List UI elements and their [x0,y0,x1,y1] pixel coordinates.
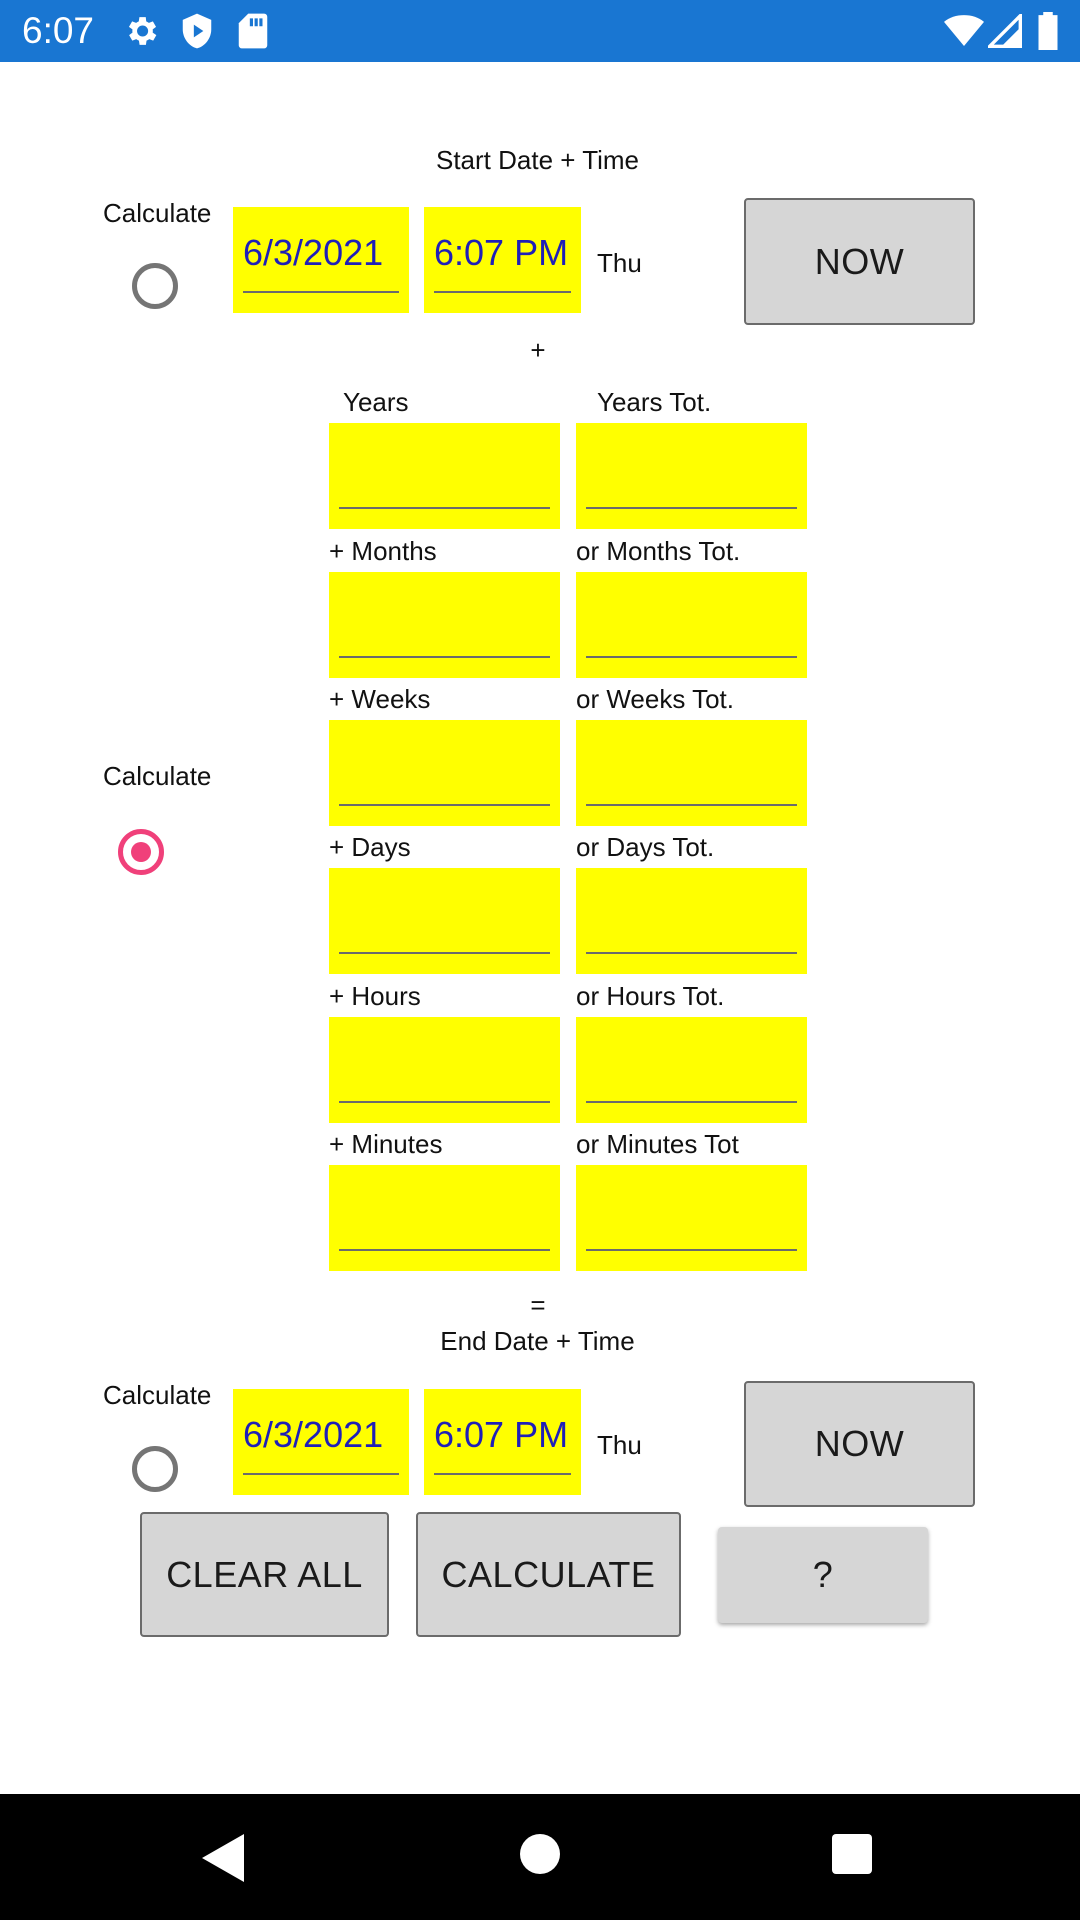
start-calculate-radio[interactable] [132,263,178,309]
days-total-input[interactable] [576,868,807,974]
hours-label: + Hours [329,981,421,1011]
duration-calculate-label: Calculate [103,761,212,791]
end-time-value: 6:07 PM [434,1414,569,1455]
end-time-field[interactable]: 6:07 PM [424,1389,581,1495]
wifi-icon [944,15,984,46]
end-date-field[interactable]: 6/3/2021 [233,1389,409,1495]
start-now-button[interactable]: NOW [744,198,975,325]
equals-sign: = [530,1290,546,1320]
minutes-total-label: or Minutes Tot [576,1129,739,1159]
months-total-input[interactable] [576,572,807,678]
hours-input[interactable] [329,1017,560,1123]
hours-total-input[interactable] [576,1017,807,1123]
start-time-value: 6:07 PM [434,232,569,273]
play-shield-icon [182,13,212,49]
start-weekday: Thu [597,248,642,278]
weeks-input[interactable] [329,720,560,826]
years-total-label: Years Tot. [597,387,712,417]
sd-card-icon [238,13,268,49]
end-calculate-label: Calculate [103,1380,212,1410]
start-calculate-label: Calculate [103,198,212,228]
days-input[interactable] [329,868,560,974]
days-total-label: or Days Tot. [576,832,715,862]
home-icon[interactable] [520,1834,560,1874]
calculate-button[interactable]: CALCULATE [416,1512,681,1637]
duration-calculate-radio[interactable] [118,829,164,875]
start-heading: Start Date + Time [435,145,640,175]
help-button[interactable]: ? [718,1527,928,1623]
weeks-total-label: or Weeks Tot. [576,684,734,714]
battery-icon [1038,12,1058,50]
navigation-bar [0,1794,1080,1920]
gear-icon [128,17,157,45]
weeks-total-input[interactable] [576,720,807,826]
back-icon[interactable] [202,1834,246,1882]
end-weekday: Thu [597,1430,642,1460]
signal-icon [988,14,1022,48]
years-input[interactable] [329,423,560,529]
status-time: 6:07 [22,10,95,51]
minutes-input[interactable] [329,1165,560,1271]
years-label: Years [343,387,409,417]
days-label: + Days [329,832,411,862]
months-input[interactable] [329,572,560,678]
start-date-field[interactable]: 6/3/2021 [233,207,409,313]
status-bar: 6:07 [0,0,1080,62]
clear-all-button[interactable]: CLEAR ALL [140,1512,389,1637]
end-heading: End Date + Time [440,1326,635,1356]
minutes-label: + Minutes [329,1129,443,1159]
hours-total-label: or Hours Tot. [576,981,725,1011]
minutes-total-input[interactable] [576,1165,807,1271]
end-calculate-radio[interactable] [132,1446,178,1492]
weeks-label: + Weeks [329,684,431,714]
months-total-label: or Months Tot. [576,536,741,566]
months-label: + Months [329,536,437,566]
end-now-button[interactable]: NOW [744,1381,975,1507]
start-time-field[interactable]: 6:07 PM [424,207,581,313]
years-total-input[interactable] [576,423,807,529]
start-date-value: 6/3/2021 [243,232,384,273]
recents-icon[interactable] [832,1834,872,1874]
end-date-value: 6/3/2021 [243,1414,384,1455]
plus-sign: + [530,335,546,365]
